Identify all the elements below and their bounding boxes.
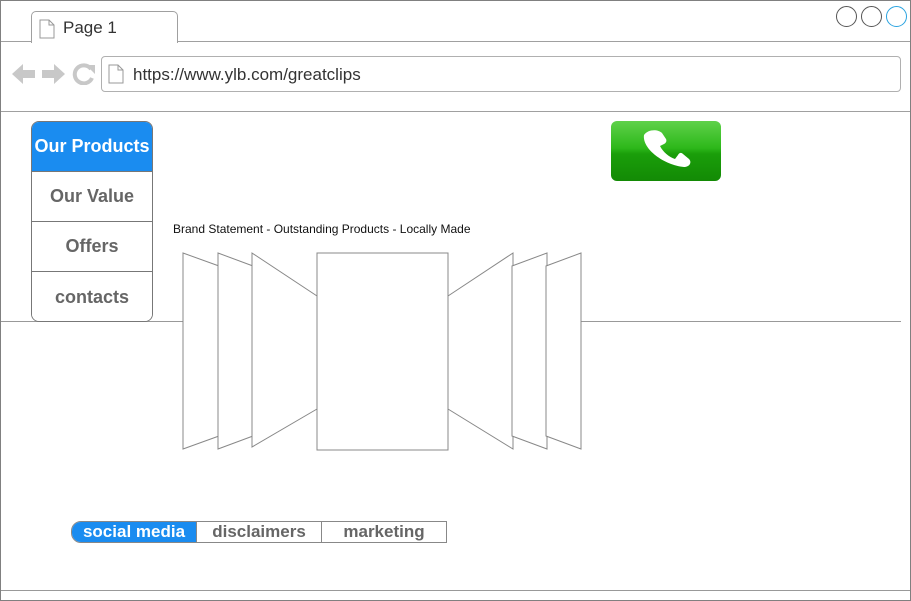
menu-item-our-products[interactable]: Our Products <box>32 122 152 172</box>
side-menu: Our Products Our Value Offers contacts <box>31 121 153 322</box>
carousel-item-left-2 <box>217 252 254 450</box>
bottom-divider <box>1 590 910 591</box>
carousel-item-right-2 <box>511 252 548 450</box>
menu-item-contacts[interactable]: contacts <box>32 272 152 321</box>
footer-tab-disclaimers[interactable]: disclaimers <box>196 522 321 542</box>
carousel-item-right-3 <box>545 252 582 450</box>
menu-item-offers[interactable]: Offers <box>32 222 152 272</box>
menu-item-our-value[interactable]: Our Value <box>32 172 152 222</box>
carousel-item-center <box>316 252 449 451</box>
carousel-item-left-3 <box>182 252 220 450</box>
footer-tab-social-media[interactable]: social media <box>72 522 196 542</box>
tab-title: Page 1 <box>63 18 117 37</box>
footer-tab-marketing[interactable]: marketing <box>321 522 446 542</box>
browser-tab[interactable]: Page 1 <box>31 11 178 43</box>
footer-tabs: social media disclaimers marketing <box>71 521 447 543</box>
document-icon <box>39 19 55 44</box>
carousel-item-right-1 <box>447 252 514 450</box>
browser-window: Page 1 https://www.ylb.com/greatclips Ou… <box>0 0 911 601</box>
carousel-item-left-1 <box>251 252 318 448</box>
